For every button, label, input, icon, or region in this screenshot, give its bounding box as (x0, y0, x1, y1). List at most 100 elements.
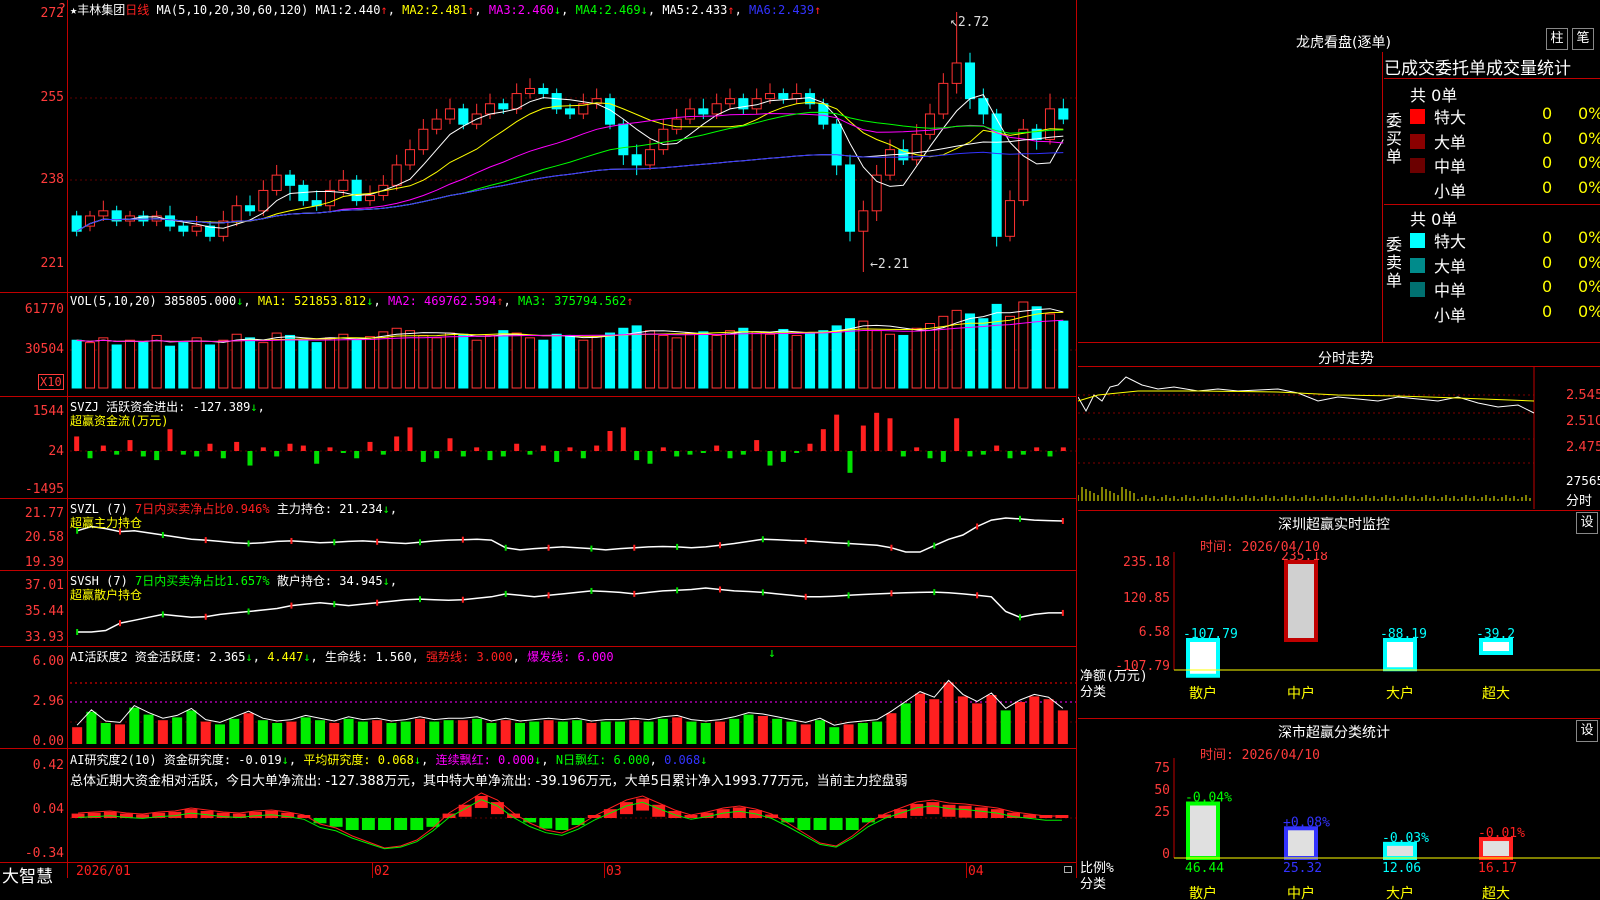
flow-bar (300, 445, 306, 451)
flow-bar (434, 451, 440, 459)
volume-bar (218, 339, 229, 389)
ma1-arrow: ↑ (380, 3, 388, 17)
candle-body (404, 149, 416, 166)
flow-bar (647, 451, 653, 464)
active-bar (1057, 710, 1068, 744)
flow-bar (1020, 451, 1026, 455)
sell-count: 0 (1542, 301, 1553, 321)
flow-bar (740, 451, 746, 455)
sell-name: 大单 (1434, 256, 1467, 276)
volume-bar (698, 331, 709, 389)
szcls-category: 中户 (1287, 885, 1315, 900)
help-mark[interactable]: ? (58, 2, 66, 17)
research-bar (942, 804, 956, 817)
period-label[interactable]: 日线 (125, 3, 149, 17)
sz-monitor-settings-button[interactable]: 设 (1576, 512, 1598, 534)
candle-body (671, 118, 682, 130)
sell-pct: 0% (1578, 252, 1600, 272)
buy-count: 0 (1542, 153, 1553, 172)
sell-row: 特大 0 0% (1410, 228, 1600, 252)
svzl-tick-2: 20.58 (24, 530, 64, 545)
candle-body (711, 103, 722, 115)
bar-view-button[interactable]: 柱 (1546, 28, 1568, 50)
active-bar (900, 703, 911, 744)
candle-body (244, 205, 256, 212)
kline-chart[interactable]: ↖2.72 ←2.21 (70, 0, 1076, 878)
active-bar (500, 720, 511, 744)
flow-bar (287, 443, 293, 451)
flow-bar (940, 451, 946, 462)
stock-name[interactable]: ★丰林集团 (70, 3, 125, 17)
lock-icon[interactable] (1064, 866, 1072, 873)
sz-class-settings-button[interactable]: 设 (1576, 720, 1598, 742)
volume-bar (378, 331, 389, 389)
szmon-value-label: -107.79 (1183, 627, 1238, 642)
candle-body (858, 210, 869, 232)
volume-bar (684, 332, 696, 389)
volume-bar (564, 334, 576, 389)
ai-research-t5: 0.068 (664, 753, 701, 767)
volume-bar (778, 328, 789, 389)
volume-bar (538, 339, 549, 389)
research-bar (845, 818, 859, 830)
flow-bar (900, 451, 906, 457)
buy-side-label: 委买单 (1386, 111, 1403, 166)
intraday-title: 分时走势 (1318, 351, 1374, 367)
flow-bar (834, 414, 840, 451)
active-bar (100, 723, 111, 744)
volume-bar (618, 327, 629, 389)
volume-bar (1044, 313, 1056, 389)
research-bar (103, 811, 117, 818)
buy-count: 0 (1542, 104, 1553, 123)
flow-bar (127, 440, 133, 451)
szmon-bar (1383, 638, 1417, 672)
buy-name: 大单 (1434, 132, 1467, 152)
volume-bar (711, 334, 722, 389)
flow-bar (154, 451, 160, 461)
aia-tick-2: 2.96 (32, 694, 64, 709)
szcls-ytick: 25 (1154, 805, 1170, 820)
candle-body (351, 179, 362, 202)
flow-bar (754, 440, 760, 451)
date-label-3: 03 (606, 864, 622, 879)
ai-active-a2: ↓ (303, 650, 311, 664)
ai-research-a2: ↓ (413, 753, 422, 767)
intraday-price-line (1078, 376, 1535, 414)
svsh-hold: 散户持仓: 34.945 (276, 574, 383, 588)
flow-bar (727, 451, 733, 459)
flow-bar (660, 447, 666, 451)
szcls-value-label: 46.44 (1185, 861, 1224, 876)
sell-name: 特大 (1434, 232, 1467, 251)
active-bar (872, 721, 883, 744)
szcls-change-label: +0.08% (1283, 815, 1330, 830)
ai-research-title: AI研究度2(10) (70, 753, 157, 767)
volume-bar (1004, 315, 1016, 389)
vol-header: VOL(5,10,20) 385805.000↓, MA1: 521853.81… (70, 294, 634, 308)
szcls-axis-label: 比例% (1080, 861, 1114, 876)
ai-research-t2: 平均研究度: 0.068 (303, 753, 414, 767)
buy-swatch (1410, 133, 1425, 149)
sell-side-label: 委卖单 (1386, 235, 1403, 290)
szcls-value-label: 16.17 (1478, 861, 1517, 876)
intraday-chart[interactable] (1078, 367, 1600, 509)
candle-body (924, 113, 936, 135)
order-stats-tabs[interactable]: 已成交委托单成交量统计 (1384, 54, 1571, 79)
tick-view-button[interactable]: 笔 (1572, 28, 1594, 50)
active-bar (272, 723, 283, 744)
buy-swatch (1410, 109, 1425, 124)
research-bar (378, 818, 391, 830)
svzl-ratio: 7日内买卖净占比0.946% (135, 502, 270, 516)
volume-bar (164, 345, 176, 389)
svzl-tick-3: 19.39 (24, 555, 64, 570)
active-bar (615, 721, 625, 744)
vol-ma3: MA3: 375794.562 (518, 294, 627, 308)
candle-body (911, 133, 922, 161)
active-bar (329, 723, 340, 744)
flow-bar (674, 451, 680, 457)
ai-research-summary: 总体近期大资金相对活跃，今日大单净流出: -127.388万元，其中特大单净流出… (70, 774, 908, 789)
ma5-value: 2.433 (691, 3, 728, 17)
sell-swatch (1410, 257, 1425, 273)
ai-active-t2: 4.447 (267, 650, 304, 664)
buy-pct: 0% (1578, 177, 1600, 197)
volume-bar (98, 337, 109, 389)
